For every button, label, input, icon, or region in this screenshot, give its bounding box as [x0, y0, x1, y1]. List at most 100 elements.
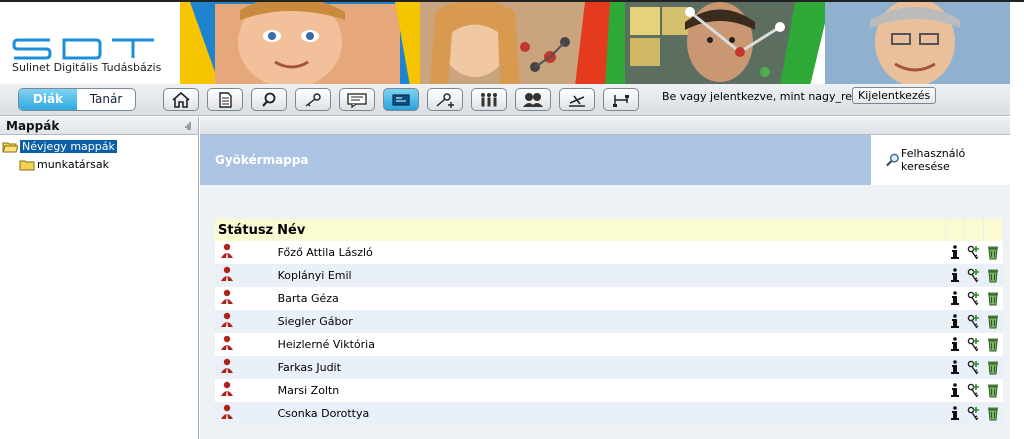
info-button[interactable] [945, 379, 965, 402]
status-cell [215, 310, 274, 333]
name-cell[interactable]: Barta Géza [273, 287, 946, 310]
home-button[interactable] [163, 88, 199, 111]
login-status-text: Be vagy jelentkezve, mint nagy_regina [662, 90, 876, 103]
user-status-icon [221, 358, 233, 373]
delete-button[interactable] [983, 287, 1003, 310]
user-status-icon [221, 381, 233, 396]
folders-panel: Mappák Névjegy mappák munkatársak [0, 117, 199, 439]
permissions-button[interactable] [964, 379, 984, 402]
users-icon [523, 92, 543, 107]
key-icon [967, 291, 979, 306]
name-column-header[interactable]: Név [273, 219, 946, 241]
info-button[interactable] [945, 402, 965, 425]
status-cell [215, 241, 274, 264]
info-icon [951, 337, 959, 351]
info-button[interactable] [945, 356, 965, 379]
info-icon [951, 291, 959, 305]
name-cell[interactable]: Farkas Judit [273, 356, 946, 379]
trash-icon [988, 338, 998, 352]
business-card-icon [392, 93, 410, 106]
tree-item-label: munkatársak [37, 158, 109, 171]
panel-collapse-icon[interactable] [184, 122, 192, 130]
document-button[interactable] [207, 88, 243, 111]
key-icon [967, 337, 979, 352]
name-cell[interactable]: Főző Attila László [273, 241, 946, 264]
info-icon [951, 314, 959, 328]
folders-panel-header: Mappák [0, 117, 198, 135]
user-status-icon [221, 266, 233, 281]
status-column-header[interactable]: Státusz [215, 219, 275, 241]
tools-button[interactable] [559, 88, 595, 111]
table-row[interactable]: Farkas Judit [215, 356, 1003, 379]
document-icon [219, 91, 232, 108]
search-user-label: Felhasználó keresése [900, 147, 966, 173]
info-button[interactable] [945, 287, 965, 310]
name-cell[interactable]: Heizlerné Viktória [273, 333, 946, 356]
table-row[interactable]: Heizlerné Viktória [215, 333, 1003, 356]
business-card-button[interactable] [383, 88, 419, 111]
tree-item-munkatarsak[interactable]: munkatársak [19, 158, 109, 171]
role-tanar-button[interactable]: Tanár [77, 89, 135, 110]
name-cell[interactable]: Siegler Gábor [273, 310, 946, 333]
trash-icon [988, 246, 998, 260]
user-status-icon [221, 404, 233, 419]
name-cell[interactable]: Csonka Dorottya [273, 402, 946, 425]
role-diak-button[interactable]: Diák [19, 89, 77, 110]
tree-item-nevjegy-mappak[interactable]: Névjegy mappák [2, 140, 117, 153]
user-status-icon [221, 289, 233, 304]
info-icon [951, 268, 959, 282]
add-key-button[interactable] [427, 88, 463, 111]
users-button[interactable] [515, 88, 551, 111]
tools-icon [569, 95, 585, 107]
permissions-button[interactable] [964, 287, 984, 310]
sdt-logo-mark [12, 38, 154, 60]
key-button[interactable] [295, 88, 331, 111]
user-status-icon [221, 335, 233, 350]
name-cell[interactable]: Marsi Zoltn [273, 379, 946, 402]
delete-button[interactable] [983, 379, 1003, 402]
delete-button[interactable] [983, 264, 1003, 287]
table-row[interactable]: Barta Géza [215, 287, 1003, 310]
logout-button[interactable]: Kijelentkezés [852, 87, 937, 104]
group-button[interactable] [471, 88, 507, 111]
delete-button[interactable] [983, 333, 1003, 356]
table-row[interactable]: Siegler Gábor [215, 310, 1003, 333]
table-row[interactable]: Főző Attila László [215, 241, 1003, 264]
delete-button[interactable] [983, 310, 1003, 333]
status-cell [215, 264, 274, 287]
trash-icon [988, 315, 998, 329]
permissions-button[interactable] [964, 356, 984, 379]
table-row[interactable]: Marsi Zoltn [215, 379, 1003, 402]
info-button[interactable] [945, 264, 965, 287]
info-button[interactable] [945, 241, 965, 264]
delete-button[interactable] [983, 241, 1003, 264]
permissions-button[interactable] [964, 402, 984, 425]
message-icon [347, 92, 367, 108]
key-icon [967, 383, 979, 398]
key-icon [967, 245, 979, 260]
status-cell [215, 379, 274, 402]
delete-button[interactable] [983, 356, 1003, 379]
search-button[interactable] [251, 88, 287, 111]
name-cell[interactable]: Koplányi Emil [273, 264, 946, 287]
user-status-icon [221, 243, 233, 258]
search-user-link[interactable]: Felhasználó keresése [871, 135, 1010, 185]
info-button[interactable] [945, 333, 965, 356]
permissions-button[interactable] [964, 241, 984, 264]
delete-button[interactable] [983, 402, 1003, 425]
contacts-table: Státusz Név Főző Attila László Koplányi E… [215, 219, 1003, 425]
permissions-button[interactable] [964, 310, 984, 333]
permissions-button[interactable] [964, 264, 984, 287]
permissions-button[interactable] [964, 333, 984, 356]
home-icon [172, 91, 190, 108]
trash-icon [988, 384, 998, 398]
table-row[interactable]: Csonka Dorottya [215, 402, 1003, 425]
message-button[interactable] [339, 88, 375, 111]
network-button[interactable] [603, 88, 639, 111]
site-header: Sulinet Digitális Tudásbázis [0, 0, 1024, 84]
sdt-logo[interactable]: Sulinet Digitális Tudásbázis [12, 38, 161, 74]
search-icon [262, 92, 276, 107]
table-row[interactable]: Koplányi Emil [215, 264, 1003, 287]
info-button[interactable] [945, 310, 965, 333]
trash-icon [988, 292, 998, 306]
